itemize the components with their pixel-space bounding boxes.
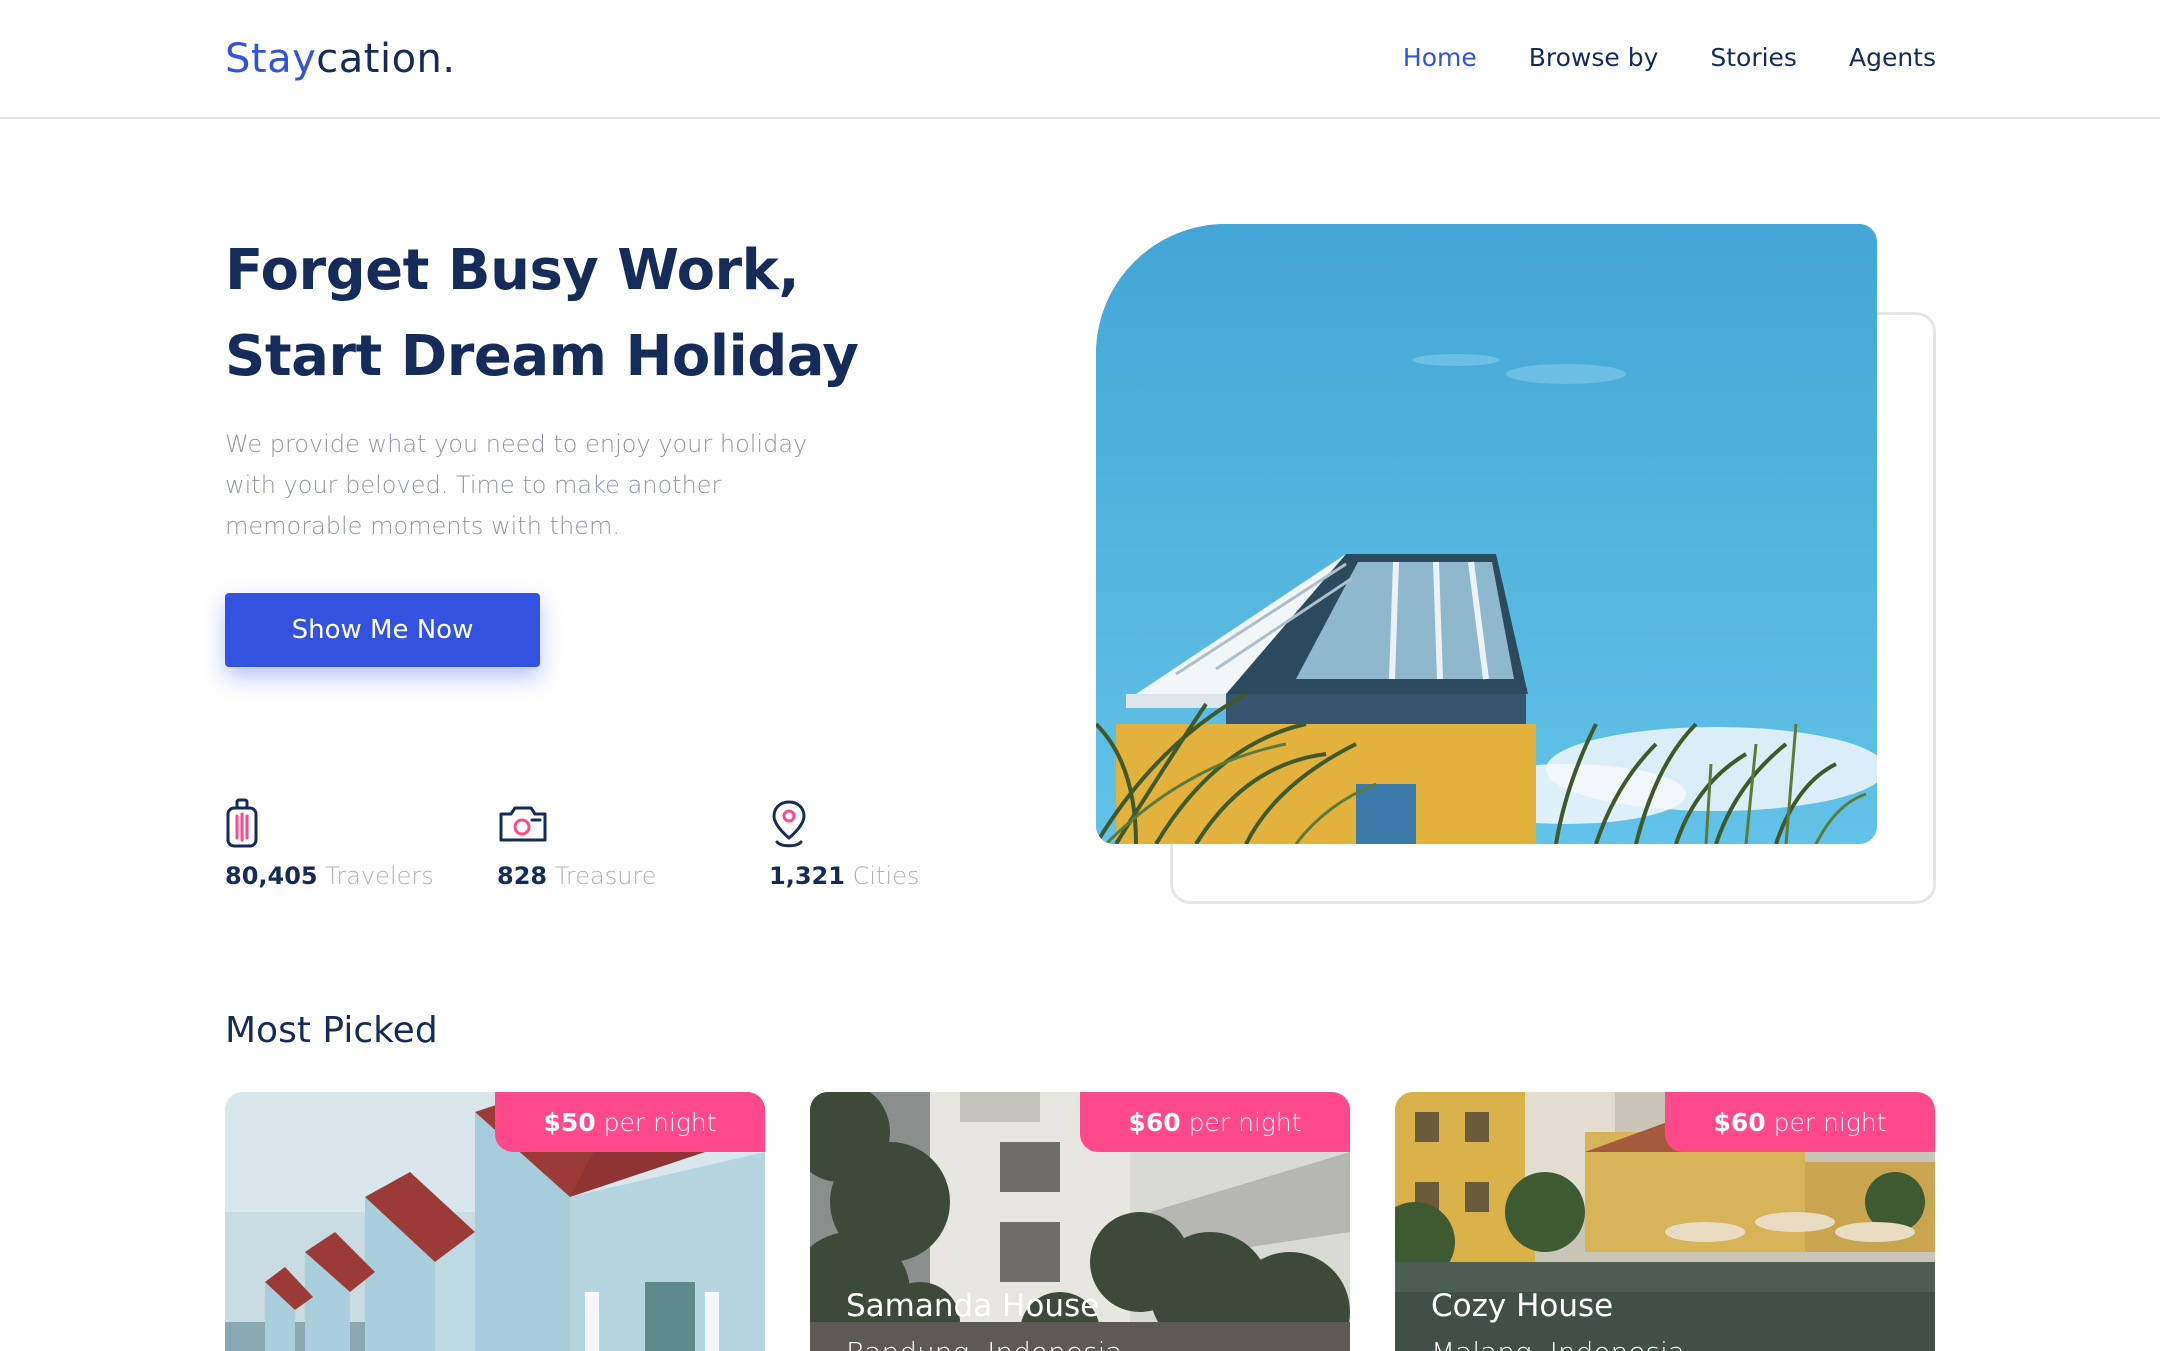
hero-description: We provide what you need to enjoy your h… xyxy=(225,430,808,540)
camera-icon xyxy=(497,798,769,850)
card-location: Malang, Indonesia xyxy=(1431,1336,1685,1351)
nav-home[interactable]: Home xyxy=(1403,43,1477,72)
site-header: Staycation. Home Browse by Stories Agent… xyxy=(0,0,2160,119)
card-location: Bandung, Indonesia xyxy=(846,1336,1123,1351)
stat-travelers-label: Travelers xyxy=(325,862,434,890)
stat-treasure-value: 828 xyxy=(497,862,548,890)
card-title: Cozy House xyxy=(1431,1288,1614,1324)
hero-title: Forget Busy Work, Start Dream Holiday xyxy=(225,228,859,400)
most-picked-cards: $50 per night $60 per night Samanda House … xyxy=(225,1092,1935,1351)
price-badge: $50 per night xyxy=(495,1092,765,1152)
card-cozy-house[interactable]: $60per night Cozy House Malang, Indonesi… xyxy=(1395,1092,1935,1351)
stat-cities-label: Cities xyxy=(852,862,920,890)
card-samanda-house[interactable]: $60per night Samanda House Bandung, Indo… xyxy=(810,1092,1350,1351)
show-me-now-button[interactable]: Show Me Now xyxy=(225,593,540,667)
stat-treasure-label: Treasure xyxy=(554,862,657,890)
main-nav: Home Browse by Stories Agents xyxy=(1403,43,1936,72)
stat-cities: 1,321 Cities xyxy=(769,798,1041,890)
stat-cities-value: 1,321 xyxy=(769,862,845,890)
hero-title-line-1: Forget Busy Work, xyxy=(225,238,800,303)
section-title-most-picked: Most Picked xyxy=(225,1010,438,1051)
suitcase-icon xyxy=(225,798,497,850)
stat-travelers-value: 80,405 xyxy=(225,862,318,890)
map-pin-icon xyxy=(769,798,1041,850)
stat-treasure: 828 Treasure xyxy=(497,798,769,890)
nav-agents[interactable]: Agents xyxy=(1849,43,1936,72)
nav-browse-by[interactable]: Browse by xyxy=(1529,43,1659,72)
logo-secondary: cation. xyxy=(316,36,456,82)
stat-travelers: 80,405 Travelers xyxy=(225,798,497,890)
logo[interactable]: Staycation. xyxy=(225,36,456,82)
hero-stats: 80,405 Travelers 828 Treasure 1,321 Citi… xyxy=(225,798,1041,890)
logo-primary: Stay xyxy=(225,36,317,82)
nav-stories[interactable]: Stories xyxy=(1710,43,1797,72)
hero-title-line-2: Start Dream Holiday xyxy=(225,324,859,389)
card-title: Samanda House xyxy=(846,1288,1100,1324)
card-house-1[interactable]: $50 per night xyxy=(225,1092,765,1351)
price-badge: $60 per night xyxy=(1665,1092,1935,1152)
price-badge: $60 per night xyxy=(1080,1092,1350,1152)
hero-image xyxy=(1096,224,1877,844)
